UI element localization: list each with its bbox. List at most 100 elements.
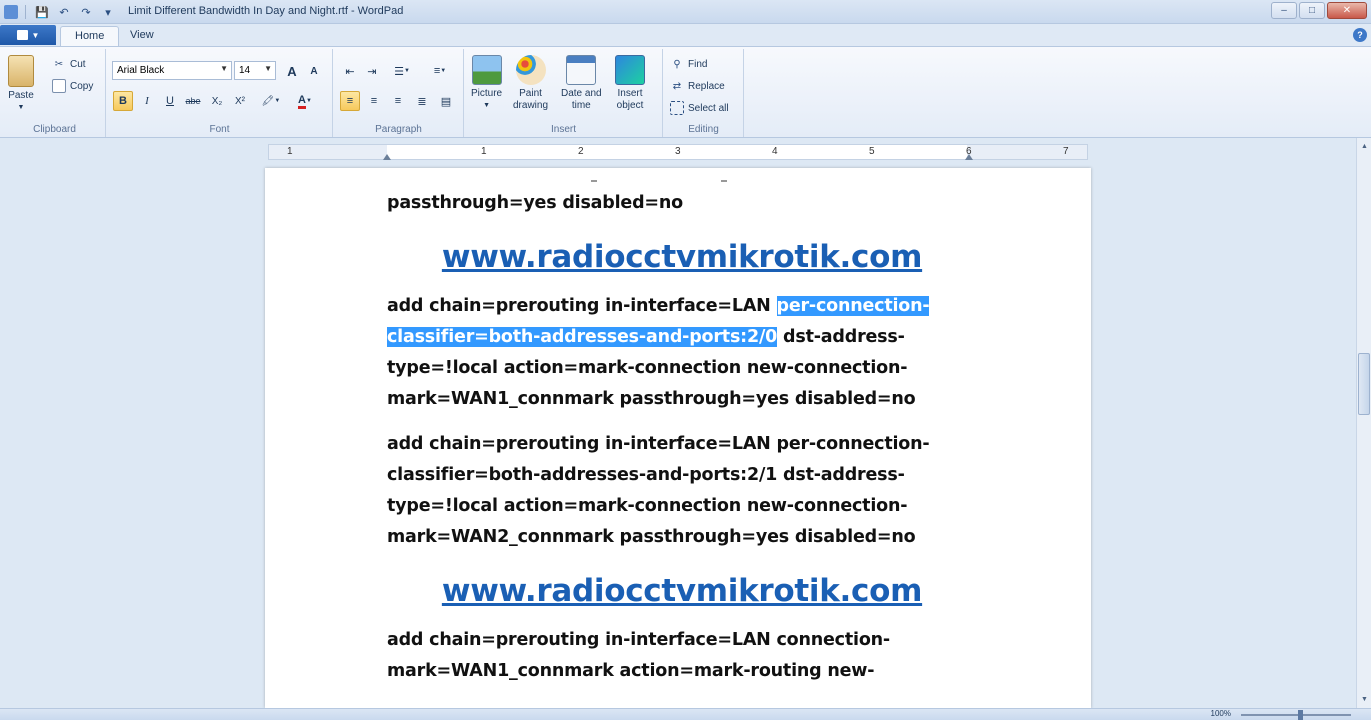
bold-button[interactable]: B	[113, 91, 133, 111]
paint-label-2: drawing	[513, 100, 549, 111]
chevron-down-icon: ▼	[306, 98, 312, 104]
replace-label: Replace	[688, 80, 725, 92]
title-bar: 💾 ↶ ↷ ▾ Limit Different Bandwidth In Day…	[0, 0, 1371, 24]
ruler-number: 3	[675, 146, 681, 157]
chevron-down-icon: ▼	[17, 104, 25, 111]
document-icon	[16, 30, 28, 40]
font-size-select[interactable]: 14 ▼	[234, 61, 276, 80]
select-all-label: Select all	[688, 102, 729, 114]
editing-group-label: Editing	[688, 124, 719, 135]
paragraph-group: ⇤ ⇥ ☰ ▼ ≡ ▼ ≡ ≡ ≡ ≣ ▤ Paragraph	[334, 49, 464, 137]
status-bar: 100%	[0, 708, 1371, 720]
highlight-color-button[interactable]: 🖍 ▼	[257, 91, 285, 111]
website-link[interactable]: www.radiocctvmikrotik.com	[387, 237, 977, 277]
document-workspace: 1 1 2 3 4 5 6 7 passthrough=yes disabled…	[0, 138, 1356, 708]
chevron-down-icon: ▼	[274, 98, 281, 104]
object-label-1: Insert	[617, 88, 643, 99]
strikethrough-button[interactable]: abe	[183, 91, 203, 111]
paint-drawing-button[interactable]: Paint drawing	[513, 55, 548, 112]
scroll-down-icon[interactable]: ▼	[1358, 692, 1371, 707]
paste-button[interactable]: Paste ▼	[8, 55, 34, 114]
cut-button[interactable]: ✂ Cut	[52, 55, 86, 73]
left-indent-marker[interactable]	[383, 154, 391, 160]
line-spacing-icon[interactable]: ≡ ▼	[426, 61, 454, 81]
underline-button[interactable]: U	[160, 91, 180, 111]
subscript-button[interactable]: X₂	[207, 91, 227, 111]
vertical-scrollbar[interactable]: ▲ ▼	[1356, 138, 1371, 708]
superscript-button[interactable]: X²	[230, 91, 250, 111]
font-size-value: 14	[239, 65, 251, 76]
chevron-down-icon: ▼	[483, 102, 491, 109]
zoom-level: 100%	[1210, 709, 1231, 718]
cut-label: Cut	[70, 58, 86, 70]
close-button[interactable]: ✕	[1327, 2, 1367, 19]
right-indent-marker[interactable]	[965, 154, 973, 160]
text-run: add chain=prerouting in-interface=LAN	[387, 296, 777, 316]
quick-access-toolbar: 💾 ↶ ↷ ▾	[4, 3, 117, 21]
tab-view[interactable]: View	[116, 26, 168, 46]
date-label-2: time	[571, 100, 591, 111]
insert-object-button[interactable]: Insert object	[615, 55, 645, 112]
picture-icon	[471, 55, 502, 85]
minimize-button[interactable]: –	[1271, 2, 1297, 19]
help-icon[interactable]: ?	[1353, 28, 1367, 42]
scroll-up-icon[interactable]: ▲	[1358, 139, 1371, 154]
editing-group: ⚲ Find ⇄ Replace Select all Editing	[664, 49, 744, 137]
grow-font-button[interactable]: A	[282, 61, 302, 81]
zoom-slider[interactable]	[1241, 714, 1351, 716]
undo-icon[interactable]: ↶	[55, 3, 73, 21]
maximize-button[interactable]: □	[1299, 2, 1325, 19]
shrink-font-button[interactable]: A	[304, 61, 324, 81]
replace-button[interactable]: ⇄ Replace	[670, 77, 725, 95]
font-group: Arial Black ▼ 14 ▼ A A B I U abe X₂ X² 🖍…	[107, 49, 333, 137]
window-controls: – □ ✕	[1271, 2, 1367, 19]
find-label: Find	[688, 58, 708, 70]
ruler-number: 7	[1063, 146, 1069, 157]
save-icon[interactable]: 💾	[33, 3, 51, 21]
selected-text: per-connection-	[776, 296, 930, 316]
align-right-icon[interactable]: ≡	[388, 91, 408, 111]
document-content[interactable]: passthrough=yes disabled=no www.radiocct…	[387, 168, 977, 687]
date-time-button[interactable]: Date and time	[561, 55, 602, 112]
qat-separator	[25, 5, 26, 19]
picture-button[interactable]: Picture ▼	[471, 55, 502, 112]
justify-icon[interactable]: ≣	[412, 91, 432, 111]
bullet-list-icon[interactable]: ☰ ▼	[388, 61, 416, 81]
italic-button[interactable]: I	[137, 91, 157, 111]
ribbon: Paste ▼ ✂ Cut Copy Clipboard Arial Black…	[0, 46, 1371, 138]
increase-indent-icon[interactable]: ⇥	[362, 61, 382, 81]
app-menu-button[interactable]: ▼	[0, 25, 56, 45]
copy-button[interactable]: Copy	[52, 77, 93, 95]
website-link[interactable]: www.radiocctvmikrotik.com	[387, 571, 977, 611]
insert-group: Picture ▼ Paint drawing Date and time In…	[465, 49, 663, 137]
select-all-button[interactable]: Select all	[670, 99, 729, 117]
font-group-label: Font	[209, 124, 230, 135]
paragraph-settings-icon[interactable]: ▤	[436, 91, 456, 111]
paragraph: add chain=prerouting in-interface=LAN pe…	[387, 434, 930, 547]
ruler-number: 2	[578, 146, 584, 157]
selected-text: classifier=both-addresses-and-ports:2/0	[387, 327, 778, 347]
picture-label: Picture	[471, 88, 503, 99]
scissors-icon: ✂	[54, 58, 64, 70]
document-page[interactable]: passthrough=yes disabled=no www.radiocct…	[265, 168, 1091, 708]
scroll-thumb[interactable]	[1358, 353, 1370, 415]
paragraph-group-label: Paragraph	[375, 124, 422, 135]
select-all-icon	[670, 101, 684, 115]
font-family-select[interactable]: Arial Black ▼	[112, 61, 232, 80]
window-title: Limit Different Bandwidth In Day and Nig…	[128, 5, 404, 17]
calendar-clock-icon	[566, 55, 597, 85]
align-center-icon[interactable]: ≡	[364, 91, 384, 111]
zoom-slider-knob[interactable]	[1298, 710, 1303, 720]
text-color-button[interactable]: A ▼	[291, 91, 319, 111]
find-button[interactable]: ⚲ Find	[670, 55, 707, 73]
tab-home[interactable]: Home	[60, 26, 120, 46]
customize-qat-icon[interactable]: ▾	[99, 3, 117, 21]
paste-label: Paste	[8, 90, 34, 101]
wordpad-icon[interactable]	[4, 5, 18, 19]
ruler-number: 1	[287, 146, 293, 157]
align-left-icon[interactable]: ≡	[340, 91, 360, 111]
decrease-indent-icon[interactable]: ⇤	[340, 61, 360, 81]
redo-icon[interactable]: ↷	[77, 3, 95, 21]
ruler-right-margin	[967, 145, 1087, 159]
horizontal-ruler[interactable]: 1 1 2 3 4 5 6 7	[268, 144, 1088, 160]
